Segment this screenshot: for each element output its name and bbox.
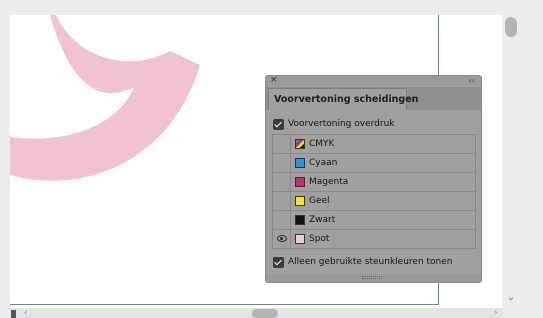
separation-row-cmyk[interactable]: CMYK xyxy=(273,135,475,154)
separations-list: CMYK Cyaan Magenta Geel Zwart Spot xyxy=(272,134,476,249)
visibility-toggle[interactable] xyxy=(273,230,291,248)
visibility-toggle[interactable] xyxy=(273,192,291,210)
vertical-scroll-thumb[interactable] xyxy=(505,17,517,37)
collapse-icon[interactable]: ‹‹ xyxy=(469,75,475,87)
horizontal-scroll-thumb[interactable] xyxy=(252,309,278,318)
scroll-left-arrow-icon[interactable]: ‹ xyxy=(24,308,28,318)
separation-label: Zwart xyxy=(309,215,336,225)
visibility-toggle[interactable] xyxy=(273,154,291,172)
tab-separations-preview[interactable]: Voorvertoning scheidingen xyxy=(268,88,418,110)
visibility-toggle[interactable] xyxy=(273,211,291,229)
separation-label: CMYK xyxy=(309,139,335,149)
magenta-swatch-icon xyxy=(295,177,305,187)
eye-icon[interactable] xyxy=(277,235,287,242)
spot-arc-shape xyxy=(10,15,200,181)
separation-label: Geel xyxy=(309,196,330,206)
separation-row-cyaan[interactable]: Cyaan xyxy=(273,154,475,173)
separation-row-zwart[interactable]: Zwart xyxy=(273,211,475,230)
resize-grip-icon[interactable] xyxy=(362,276,382,279)
vertical-scrollbar[interactable] xyxy=(503,15,520,315)
black-swatch-icon xyxy=(295,215,305,225)
overprint-preview-label[interactable]: Voorvertoning overdruk xyxy=(288,119,395,130)
scroll-down-arrow-icon[interactable]: ⌄ xyxy=(505,292,517,304)
separation-row-spot[interactable]: Spot xyxy=(273,230,475,249)
cyan-swatch-icon xyxy=(295,158,305,168)
separations-preview-panel: × ‹‹ Voorvertoning scheidingen Voorverto… xyxy=(265,75,482,283)
separation-label: Spot xyxy=(309,234,330,244)
separation-label: Magenta xyxy=(309,177,349,187)
show-used-spot-inks-label[interactable]: Alleen gebruikte steunkleuren tonen xyxy=(288,257,453,268)
scroll-right-arrow-icon[interactable]: › xyxy=(494,308,498,318)
separation-row-geel[interactable]: Geel xyxy=(273,192,475,211)
separation-label: Cyaan xyxy=(309,158,338,168)
separation-row-magenta[interactable]: Magenta xyxy=(273,173,475,192)
cmyk-swatch-icon xyxy=(295,139,305,149)
visibility-toggle[interactable] xyxy=(273,135,291,153)
yellow-swatch-icon xyxy=(295,196,305,206)
overprint-preview-checkbox[interactable] xyxy=(273,119,284,130)
panel-titlebar[interactable]: × ‹‹ xyxy=(266,74,481,87)
close-icon[interactable]: × xyxy=(270,74,278,86)
visibility-toggle[interactable] xyxy=(273,173,291,191)
page-indicator-icon xyxy=(11,310,16,318)
panel-tab-bar: Voorvertoning scheidingen xyxy=(266,87,481,110)
show-used-spot-inks-checkbox[interactable] xyxy=(273,257,284,268)
page-guide-horizontal xyxy=(10,304,439,305)
spot-swatch-icon xyxy=(295,234,305,244)
